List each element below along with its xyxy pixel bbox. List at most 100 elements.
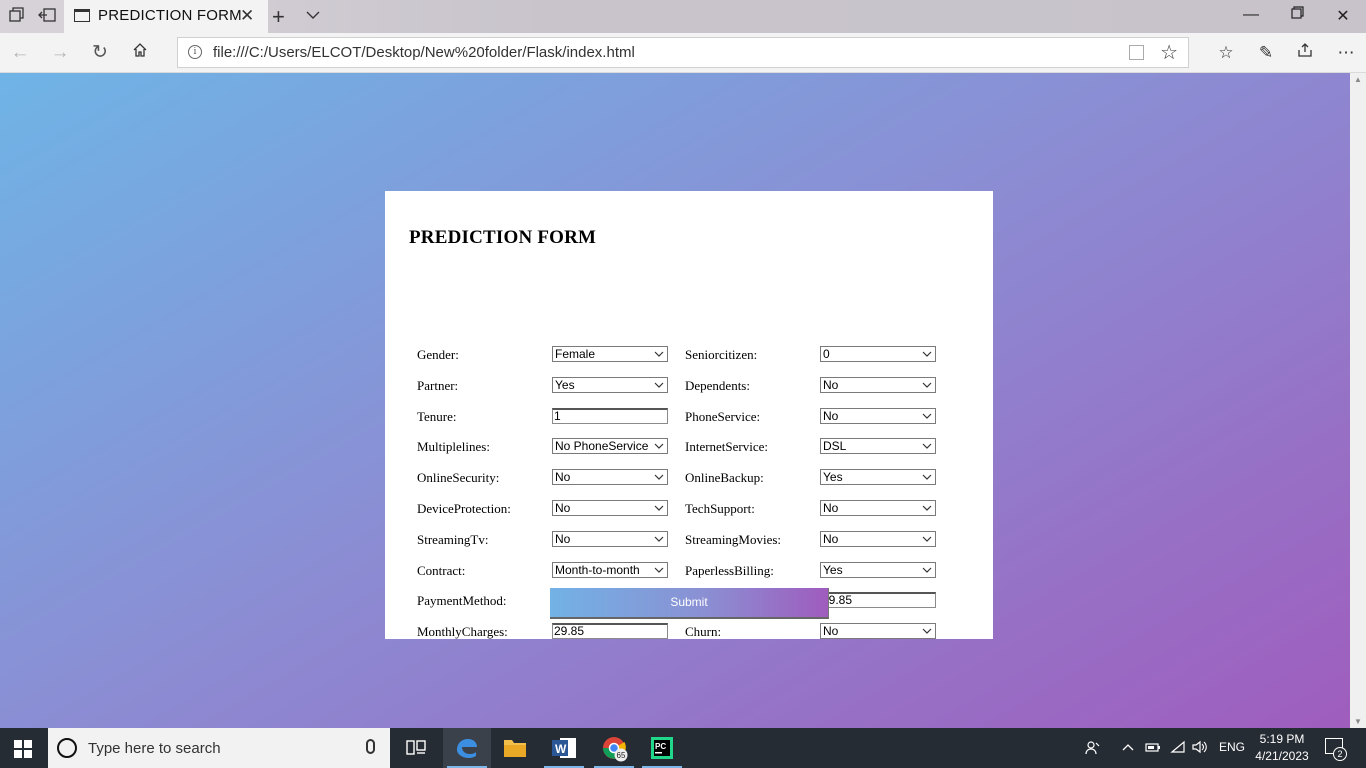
clock-time: 5:19 PM bbox=[1259, 732, 1305, 746]
more-menu-icon[interactable]: ⋯ bbox=[1334, 41, 1358, 65]
monthlycharges-input[interactable]: 29.85 bbox=[552, 623, 668, 639]
chevron-down-icon bbox=[922, 564, 932, 576]
task-view-icon[interactable] bbox=[392, 728, 440, 768]
clock-date: 4/21/2023 bbox=[1255, 749, 1309, 763]
taskbar-search[interactable]: Type here to search bbox=[48, 728, 390, 768]
cortana-icon bbox=[57, 738, 77, 758]
tab-title: PREDICTION FORM bbox=[98, 7, 242, 24]
chevron-down-icon bbox=[922, 410, 932, 422]
chevron-down-icon bbox=[922, 379, 932, 391]
chevron-down-icon bbox=[654, 348, 664, 360]
restore-icon[interactable] bbox=[1282, 6, 1312, 24]
chevron-down-icon bbox=[654, 502, 664, 514]
chrome-app-icon[interactable]: 65 bbox=[590, 728, 638, 768]
close-window-icon[interactable]: ✕ bbox=[1328, 6, 1358, 26]
churn-select[interactable]: No bbox=[820, 623, 936, 639]
dependents-select[interactable]: No bbox=[820, 377, 936, 393]
paperlessbilling-select[interactable]: Yes bbox=[820, 562, 936, 578]
battery-icon[interactable] bbox=[1145, 740, 1161, 757]
chevron-down-icon bbox=[654, 533, 664, 545]
chevron-down-icon bbox=[922, 440, 932, 452]
streamingtv-select[interactable]: No bbox=[552, 531, 668, 547]
multiplelines-label: Multiplelines: bbox=[417, 439, 490, 454]
tab-actions-icon[interactable] bbox=[8, 7, 26, 25]
back-arrow-icon[interactable]: ← bbox=[8, 41, 32, 65]
chevron-up-icon[interactable] bbox=[1121, 740, 1135, 757]
deviceprotection-select[interactable]: No bbox=[552, 500, 668, 516]
file-explorer-icon[interactable] bbox=[491, 728, 539, 768]
techsupport-select[interactable]: No bbox=[820, 500, 936, 516]
submit-button[interactable]: Submit bbox=[550, 588, 829, 619]
onlinebackup-select-value: Yes bbox=[823, 470, 843, 484]
set-aside-tabs-icon[interactable] bbox=[38, 7, 56, 25]
internetservice-label: InternetService: bbox=[685, 439, 769, 454]
chevron-down-icon bbox=[654, 564, 664, 576]
microphone-icon[interactable] bbox=[366, 739, 375, 754]
internetservice-select[interactable]: DSL bbox=[820, 438, 936, 454]
onlinebackup-select[interactable]: Yes bbox=[820, 469, 936, 485]
url-text[interactable]: file:///C:/Users/ELCOT/Desktop/New%20fol… bbox=[213, 44, 635, 61]
deviceprotection-label: DeviceProtection: bbox=[417, 501, 511, 516]
paymentmethod-label: PaymentMethod: bbox=[417, 593, 507, 608]
title-bar: PREDICTION FORM ✕ + — ✕ bbox=[0, 0, 1366, 33]
streamingtv-label: StreamingTv: bbox=[417, 532, 489, 547]
clock[interactable]: 5:19 PM 4/21/2023 bbox=[1252, 731, 1312, 765]
phoneservice-select-value: No bbox=[823, 409, 839, 423]
streamingmovies-select[interactable]: No bbox=[820, 531, 936, 547]
vertical-scrollbar[interactable]: ▲ ▼ bbox=[1350, 73, 1366, 728]
form-title: PREDICTION FORM bbox=[409, 227, 597, 248]
churn-select-value: No bbox=[823, 624, 839, 638]
share-icon[interactable] bbox=[1293, 41, 1317, 65]
paperlessbilling-label: PaperlessBilling: bbox=[685, 563, 774, 578]
seniorcitizen-select[interactable]: 0 bbox=[820, 346, 936, 362]
dependents-label: Dependents: bbox=[685, 378, 750, 393]
reading-view-icon[interactable] bbox=[1129, 45, 1144, 60]
word-app-icon[interactable]: W bbox=[540, 728, 588, 768]
pycharm-app-icon[interactable]: PC bbox=[638, 728, 686, 768]
forward-arrow-icon[interactable]: → bbox=[48, 41, 72, 65]
partner-select[interactable]: Yes bbox=[552, 377, 668, 393]
multiplelines-select[interactable]: No PhoneService bbox=[552, 438, 668, 454]
onlinesecurity-select-value: No bbox=[555, 470, 571, 484]
language-indicator[interactable]: ENG bbox=[1219, 740, 1245, 754]
scroll-down-icon[interactable]: ▼ bbox=[1354, 717, 1362, 726]
close-tab-icon[interactable]: ✕ bbox=[240, 6, 254, 26]
favorite-star-icon[interactable]: ☆ bbox=[1160, 40, 1178, 65]
phoneservice-select[interactable]: No bbox=[820, 408, 936, 424]
churn-label: Churn: bbox=[685, 624, 722, 639]
techsupport-select-value: No bbox=[823, 501, 839, 515]
chevron-down-icon bbox=[922, 533, 932, 545]
tab-prediction-form[interactable]: PREDICTION FORM ✕ bbox=[64, 0, 268, 33]
tenure-input[interactable]: 1 bbox=[552, 408, 668, 424]
chevron-down-icon bbox=[922, 348, 932, 360]
paperlessbilling-select-value: Yes bbox=[823, 563, 843, 577]
wifi-icon[interactable] bbox=[1170, 740, 1186, 757]
totalcharges-input[interactable]: 29.85 bbox=[820, 592, 936, 608]
volume-icon[interactable] bbox=[1192, 740, 1208, 757]
gender-select[interactable]: Female bbox=[552, 346, 668, 362]
chevron-down-icon bbox=[654, 471, 664, 483]
home-icon[interactable] bbox=[128, 41, 152, 65]
pen-notes-icon[interactable]: ✎ bbox=[1254, 41, 1278, 65]
streamingmovies-label: StreamingMovies: bbox=[685, 532, 782, 547]
dependents-select-value: No bbox=[823, 378, 839, 392]
prediction-form-card: PREDICTION FORM Gender: Female Partner: Yes… bbox=[385, 191, 993, 639]
people-icon[interactable] bbox=[1085, 740, 1101, 759]
phoneservice-label: PhoneService: bbox=[685, 409, 761, 424]
page-icon bbox=[74, 9, 90, 22]
info-icon[interactable]: i bbox=[188, 45, 202, 59]
new-tab-icon[interactable]: + bbox=[272, 4, 285, 30]
chevron-down-icon[interactable] bbox=[306, 8, 320, 22]
windows-start-icon[interactable] bbox=[14, 740, 32, 758]
onlinesecurity-select[interactable]: No bbox=[552, 469, 668, 485]
scroll-up-icon[interactable]: ▲ bbox=[1354, 75, 1362, 84]
tenure-label: Tenure: bbox=[417, 409, 457, 424]
minimize-icon[interactable]: — bbox=[1236, 6, 1266, 24]
favorites-icon[interactable]: ☆ bbox=[1214, 41, 1238, 65]
edge-app-icon[interactable] bbox=[443, 728, 491, 768]
refresh-icon[interactable]: ↻ bbox=[88, 41, 112, 65]
contract-select[interactable]: Month-to-month bbox=[552, 562, 668, 578]
gender-select-value: Female bbox=[555, 347, 596, 361]
taskbar: Type here to search W 65 PC ENG 5:19 PM bbox=[0, 728, 1366, 768]
address-bar[interactable]: i file:///C:/Users/ELCOT/Desktop/New%20f… bbox=[177, 37, 1189, 68]
